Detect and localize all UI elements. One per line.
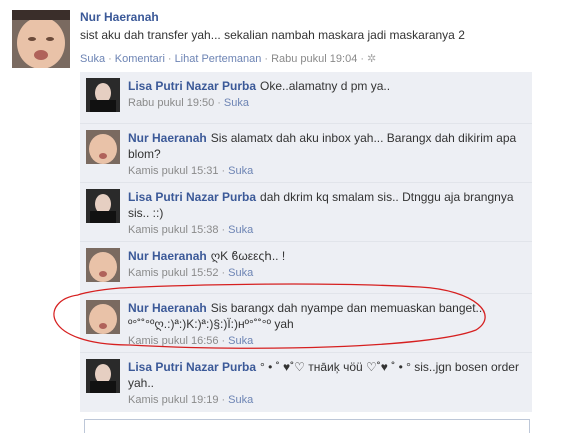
like-link[interactable]: Suka bbox=[80, 53, 105, 65]
comment-author[interactable]: Lisa Putri Nazar Purba bbox=[128, 360, 256, 374]
commenter-avatar[interactable] bbox=[86, 78, 120, 112]
comment-like-link[interactable]: Suka bbox=[228, 224, 253, 236]
comment-timestamp[interactable]: Kamis pukul 15:31 bbox=[128, 165, 219, 177]
comment-like-link[interactable]: Suka bbox=[228, 165, 253, 177]
comment-timestamp[interactable]: Kamis pukul 15:52 bbox=[128, 267, 219, 279]
comment-timestamp[interactable]: Kamis pukul 19:19 bbox=[128, 394, 219, 406]
comment-item: Lisa Putri Nazar Purba dah dkrim kq smala… bbox=[80, 183, 532, 242]
comment-item: Nur Haeranah ღK ϐωεεςհ.. ! Kamis pukul 15… bbox=[80, 242, 532, 294]
comment-thread: Lisa Putri Nazar Purba Oke..alamatny d pm… bbox=[80, 72, 532, 412]
commenter-avatar[interactable] bbox=[86, 300, 120, 334]
comment-item: Nur Haeranah Sis alamatx dah aku inbox ya… bbox=[80, 124, 532, 183]
comment-like-link[interactable]: Suka bbox=[228, 394, 253, 406]
comment-like-link[interactable]: Suka bbox=[228, 335, 253, 347]
post-timestamp[interactable]: Rabu pukul 19:04 bbox=[271, 53, 357, 65]
post-author-name[interactable]: Nur Haeranah bbox=[80, 10, 560, 24]
comment-author[interactable]: Lisa Putri Nazar Purba bbox=[128, 79, 256, 93]
commenter-avatar[interactable] bbox=[86, 359, 120, 393]
post-actions: Suka · Komentari · Lihat Pertemanan · Rabu puk… bbox=[80, 53, 377, 65]
write-comment-input[interactable] bbox=[84, 419, 530, 433]
comment-timestamp[interactable]: Rabu pukul 19:50 bbox=[128, 97, 214, 109]
comment-timestamp[interactable]: Kamis pukul 15:38 bbox=[128, 224, 219, 236]
comment-author[interactable]: Lisa Putri Nazar Purba bbox=[128, 190, 256, 204]
comment-text: ღK ϐωεεςհ.. ! bbox=[210, 249, 286, 263]
comment-timestamp[interactable]: Kamis pukul 16:56 bbox=[128, 335, 219, 347]
comment-author[interactable]: Nur Haeranah bbox=[128, 301, 207, 315]
commenter-avatar[interactable] bbox=[86, 130, 120, 164]
comment-text: Oke..alamatny d pm ya.. bbox=[260, 79, 391, 93]
comment-item: Nur Haeranah Sis barangx dah nyampe dan m… bbox=[80, 294, 532, 353]
post-text: sist aku dah transfer yah... sekalian na… bbox=[80, 28, 465, 42]
commenter-avatar[interactable] bbox=[86, 248, 120, 282]
comment-like-link[interactable]: Suka bbox=[224, 97, 249, 109]
post-author-avatar[interactable] bbox=[12, 10, 70, 69]
comment-author[interactable]: Nur Haeranah bbox=[128, 131, 207, 145]
comment-item: Lisa Putri Nazar Purba Oke..alamatny d pm… bbox=[80, 72, 532, 124]
gear-icon[interactable]: ✲ bbox=[367, 53, 376, 65]
comment-author[interactable]: Nur Haeranah bbox=[128, 249, 207, 263]
comment-like-link[interactable]: Suka bbox=[228, 267, 253, 279]
see-friendship-link[interactable]: Lihat Pertemanan bbox=[175, 53, 262, 65]
comment-item: Lisa Putri Nazar Purba ° • ˚ ♥˚♡ тнāиķ чö… bbox=[80, 353, 532, 412]
comment-link[interactable]: Komentari bbox=[115, 53, 165, 65]
commenter-avatar[interactable] bbox=[86, 189, 120, 223]
